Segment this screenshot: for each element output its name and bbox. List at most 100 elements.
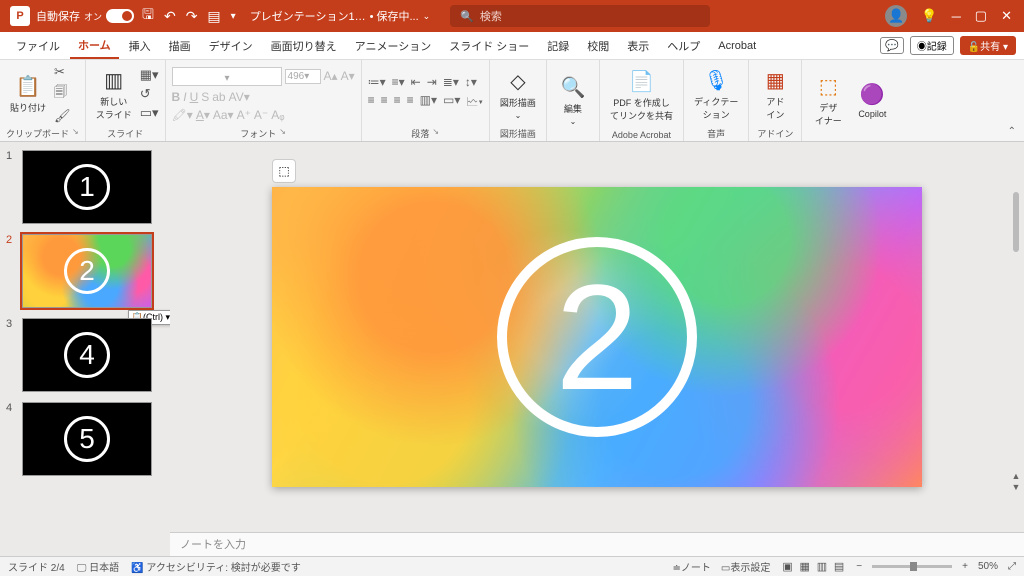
collapse-ribbon-button[interactable]: ⌃ [1000, 122, 1024, 141]
decrease-font-icon[interactable]: A▾ [341, 69, 355, 83]
tab-file[interactable]: ファイル [8, 34, 68, 58]
toggle-switch[interactable] [106, 9, 134, 23]
align-left-icon[interactable]: ≡ [368, 93, 375, 114]
change-case-icon[interactable]: Aa▾ [213, 108, 234, 122]
document-title[interactable]: プレゼンテーション1… • 保存中... ⌄ [250, 8, 431, 24]
prev-slide-icon[interactable]: ▲ [1012, 471, 1021, 481]
line-spacing-icon[interactable]: ≣▾ [443, 75, 459, 89]
dialog-launcher-icon[interactable]: ↘ [432, 127, 439, 140]
text-direction-icon[interactable]: ↕▾ [465, 75, 477, 89]
font-color-icon[interactable]: A▾ [196, 108, 210, 122]
minimize-button[interactable]: ─ [952, 9, 961, 24]
acrobat-button[interactable]: 📄PDF を作成し てリンクを共有 [606, 67, 677, 124]
qat-overflow-icon[interactable]: ▾ [231, 11, 236, 22]
tab-slideshow[interactable]: スライド ショー [441, 34, 537, 58]
tab-insert[interactable]: 挿入 [121, 34, 159, 58]
underline-icon[interactable]: U [190, 90, 199, 104]
tab-view[interactable]: 表示 [619, 34, 657, 58]
paste-button[interactable]: 📋貼り付け [6, 72, 50, 116]
slideshow-view-icon[interactable]: ▤ [834, 561, 844, 573]
thumb-4[interactable]: 45 [6, 402, 164, 476]
tab-transitions[interactable]: 画面切り替え [263, 34, 345, 58]
justify-icon[interactable]: ≡ [407, 93, 414, 114]
search-box[interactable]: 🔍 検索 [450, 5, 710, 27]
undo-icon[interactable]: ↶ [164, 8, 176, 25]
slide-counter[interactable]: スライド 2/4 [8, 559, 65, 574]
addins-button[interactable]: ▦アド イン [755, 66, 795, 123]
tab-review[interactable]: 校閲 [579, 34, 617, 58]
zoom-slider[interactable] [872, 565, 952, 568]
display-settings[interactable]: ▭表示設定 [721, 559, 770, 574]
close-button[interactable]: ✕ [1001, 8, 1012, 24]
copilot-button[interactable]: 🟣Copilot [852, 80, 892, 121]
designer-suggestion-button[interactable]: ⬚ [272, 159, 296, 183]
scrollbar-thumb[interactable] [1013, 192, 1019, 252]
thumb-1[interactable]: 11 [6, 150, 164, 224]
indent-dec-icon[interactable]: ⇤ [411, 75, 421, 89]
current-slide[interactable]: 2 [272, 187, 922, 487]
copy-icon[interactable]: 🗐 [54, 83, 71, 105]
sorter-view-icon[interactable]: ▦ [800, 561, 810, 573]
autosave-toggle[interactable]: 自動保存 オン [36, 8, 134, 24]
designer-button[interactable]: ⬚デザ イナー [808, 72, 848, 129]
editing-button[interactable]: 🔍編集⌄ [553, 73, 593, 128]
indent-inc-icon[interactable]: ⇥ [427, 75, 437, 89]
columns-icon[interactable]: ▥▾ [420, 93, 437, 114]
new-slide-button[interactable]: ▥新しい スライド [92, 66, 136, 123]
record-button[interactable]: ◉記録 [910, 36, 954, 55]
numbering-icon[interactable]: ≡▾ [392, 75, 405, 89]
tab-draw[interactable]: 描画 [161, 34, 199, 58]
bold-icon[interactable]: B [172, 90, 181, 104]
language-indicator[interactable]: 🖵 日本語 [77, 559, 119, 574]
font-family-select[interactable]: ▾ [172, 67, 282, 86]
section-icon[interactable]: ▭▾ [140, 105, 159, 121]
layout-icon[interactable]: ▦▾ [140, 67, 159, 83]
vertical-scrollbar[interactable]: ▲▼ [1010, 152, 1022, 492]
strike-icon[interactable]: S [201, 90, 209, 104]
shrink-icon[interactable]: A⁻ [254, 108, 268, 122]
font-size-select[interactable]: 496▾ [285, 69, 321, 84]
tab-animations[interactable]: アニメーション [347, 34, 440, 58]
tab-design[interactable]: デザイン [201, 34, 261, 58]
grow-icon[interactable]: A⁺ [237, 108, 251, 122]
accessibility-checker[interactable]: ♿ アクセシビリティ: 検討が必要です [131, 559, 301, 574]
zoom-in-button[interactable]: + [962, 561, 968, 572]
save-icon[interactable]: 🖫 [142, 4, 154, 28]
highlight-icon[interactable]: 🖍▾ [172, 108, 193, 122]
reading-view-icon[interactable]: ▥ [817, 561, 827, 573]
tab-home[interactable]: ホーム [70, 33, 119, 59]
slideshow-icon[interactable]: ▤ [207, 8, 220, 25]
tab-acrobat[interactable]: Acrobat [710, 36, 764, 56]
dictate-button[interactable]: 🎙ディクテー ション [690, 66, 742, 123]
tab-help[interactable]: ヘルプ [659, 34, 708, 58]
maximize-button[interactable]: ▢ [975, 8, 987, 24]
comments-icon[interactable]: 💬 [880, 37, 904, 54]
smartart-icon[interactable]: 🗠▾ [466, 93, 483, 114]
increase-font-icon[interactable]: A▴ [324, 69, 338, 83]
dialog-launcher-icon[interactable]: ↘ [72, 127, 79, 140]
reset-icon[interactable]: ↺ [140, 86, 159, 102]
notes-toggle[interactable]: ≐ノート [672, 559, 710, 574]
fit-to-window-icon[interactable]: ⤢ [1008, 561, 1016, 572]
canvas-scroll[interactable]: ⬚ 2 ▲▼ [170, 142, 1024, 532]
next-slide-icon[interactable]: ▼ [1012, 482, 1021, 492]
format-painter-icon[interactable]: 🖌 [54, 108, 71, 124]
cut-icon[interactable]: ✂ [54, 64, 71, 80]
zoom-out-button[interactable]: − [856, 561, 862, 572]
zoom-level[interactable]: 50% [978, 561, 998, 572]
shapes-button[interactable]: ◇図形描画⌄ [496, 67, 540, 122]
redo-icon[interactable]: ↷ [186, 8, 198, 25]
align-text-icon[interactable]: ▭▾ [443, 93, 460, 114]
italic-icon[interactable]: I [183, 90, 186, 104]
dialog-launcher-icon[interactable]: ↘ [279, 127, 286, 140]
thumb-2[interactable]: 22📋(Ctrl) ▾ [6, 234, 164, 308]
thumb-3[interactable]: 34 [6, 318, 164, 392]
align-center-icon[interactable]: ≡ [381, 93, 388, 114]
user-avatar[interactable]: 👤 [885, 5, 907, 27]
clear-format-icon[interactable]: Aᵩ [271, 108, 284, 122]
align-right-icon[interactable]: ≡ [394, 93, 401, 114]
chevron-down-icon[interactable]: ⌄ [423, 11, 431, 22]
spacing-icon[interactable]: AV▾ [229, 90, 250, 104]
share-button[interactable]: 🔓共有 ▾ [960, 36, 1016, 55]
bullets-icon[interactable]: ≔▾ [368, 75, 386, 89]
